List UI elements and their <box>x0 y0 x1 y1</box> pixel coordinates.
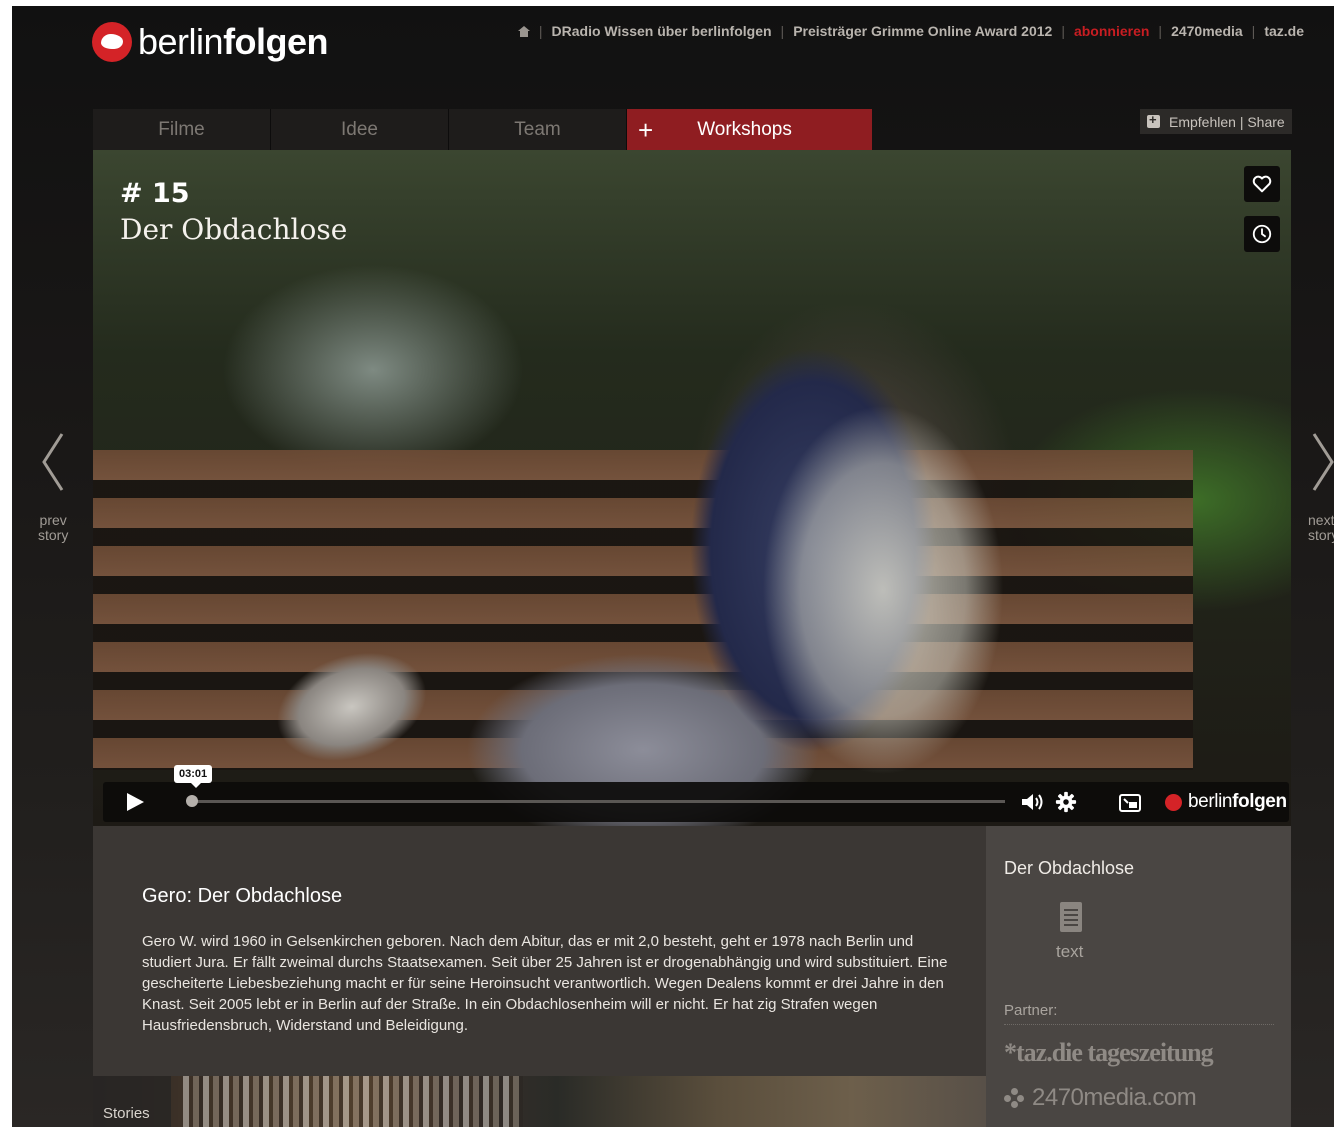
sidebar-title: Der Obdachlose <box>1004 858 1135 878</box>
story-body: Gero W. wird 1960 in Gelsenkirchen gebor… <box>142 933 948 1034</box>
tab-team[interactable]: Team <box>449 109 627 150</box>
plus-square-icon <box>1147 112 1160 128</box>
top-nav-link-dradio[interactable]: DRadio Wissen über berlinfolgen <box>552 23 772 39</box>
top-nav-link-2470media[interactable]: 2470media <box>1171 23 1243 39</box>
play-icon[interactable] <box>127 793 144 811</box>
plus-icon: + <box>638 114 654 145</box>
progress-handle[interactable] <box>186 795 198 807</box>
partner-label: Partner: <box>1004 1002 1058 1019</box>
prev-story-button[interactable]: prev story <box>38 430 68 543</box>
story-sidebar: Der Obdachlose text Partner: *taz.die ta… <box>986 826 1291 1127</box>
time-tooltip: 03:01 <box>174 765 213 788</box>
chevron-left-icon <box>42 433 64 491</box>
stories-strip[interactable]: Stories <box>93 1076 986 1127</box>
tab-filme[interactable]: Filme <box>93 109 271 150</box>
page-frame: berlinfolgen | DRadio Wissen über berlin… <box>12 6 1334 1127</box>
partner-logo-taz[interactable]: *taz.die tageszeitung <box>1004 1038 1214 1068</box>
next-story-label-2: story <box>1308 527 1334 543</box>
progress-track[interactable] <box>195 800 1005 803</box>
video-controls: 03:01 berlinfolgen <box>103 765 1289 822</box>
main-tabs: Filme Idee Team + Workshops <box>93 109 872 150</box>
chevron-right-icon <box>1312 433 1334 491</box>
photo-vest-region <box>703 340 1023 810</box>
top-nav-link-subscribe[interactable]: abonnieren <box>1074 23 1149 39</box>
tab-workshops-label: Workshops <box>697 118 792 140</box>
volume-icon[interactable] <box>1021 792 1045 812</box>
2470media-flower-icon <box>1004 1088 1024 1108</box>
heart-icon <box>1252 175 1272 193</box>
text-link[interactable]: text <box>1056 942 1083 962</box>
video-player[interactable]: # 15 Der Obdachlose 03:01 berlinfolgen <box>93 150 1291 826</box>
story-heading: Gero: Der Obdachlose <box>142 885 343 907</box>
top-nav-link-taz[interactable]: taz.de <box>1264 23 1304 39</box>
clock-icon <box>1252 224 1272 244</box>
home-icon[interactable] <box>517 25 530 37</box>
settings-gear-icon[interactable] <box>1055 791 1077 813</box>
divider <box>1004 1024 1274 1025</box>
top-nav-link-grimme[interactable]: Preisträger Grimme Online Award 2012 <box>793 23 1052 39</box>
episode-number: # 15 <box>120 178 190 209</box>
tab-idee[interactable]: Idee <box>271 109 449 150</box>
tab-workshops[interactable]: + Workshops <box>627 109 872 150</box>
logo-text: berlinfolgen <box>138 21 329 62</box>
next-story-label-1: next <box>1308 512 1334 528</box>
player-brand-text: berlinfolgen <box>1188 791 1287 812</box>
share-button[interactable]: Empfehlen | Share <box>1140 109 1292 134</box>
document-icon[interactable] <box>1060 902 1082 932</box>
favorite-button[interactable] <box>1244 166 1280 202</box>
stories-thumbnail <box>183 1076 523 1127</box>
top-nav: | DRadio Wissen über berlinfolgen | Prei… <box>517 23 1304 39</box>
story-description: Gero: Der Obdachlose Gero W. wird 1960 i… <box>93 826 986 1076</box>
site-logo[interactable]: berlinfolgen <box>92 20 329 64</box>
picture-in-picture-icon[interactable] <box>1119 794 1141 812</box>
player-brand-logo[interactable]: berlinfolgen <box>1165 791 1287 813</box>
watch-later-button[interactable] <box>1244 216 1280 252</box>
prev-story-label-2: story <box>38 527 69 543</box>
partner-logo-2470media[interactable]: 2470media.com <box>1004 1084 1197 1112</box>
logo-mark-icon <box>1165 793 1182 811</box>
next-story-button[interactable]: next story <box>1308 430 1334 543</box>
prev-story-label-1: prev <box>39 512 67 528</box>
share-label: Empfehlen | Share <box>1169 113 1285 130</box>
stories-label: Stories <box>93 1076 171 1127</box>
partner-2470media-text: 2470media.com <box>1032 1084 1197 1111</box>
logo-mark-icon <box>92 22 132 62</box>
episode-title: Der Obdachlose <box>120 213 348 246</box>
